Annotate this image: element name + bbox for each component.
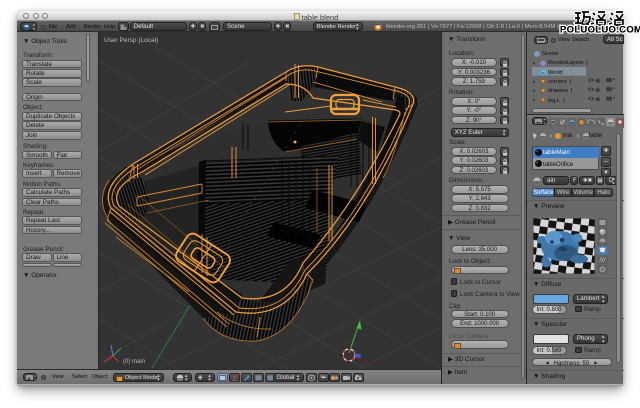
svg-text:(0) main: (0) main bbox=[123, 359, 145, 365]
svg-text:User Persp (Local): User Persp (Local) bbox=[104, 37, 158, 44]
svg-text:POLUOLUO.COM: POLUOLUO.COM bbox=[560, 25, 640, 36]
